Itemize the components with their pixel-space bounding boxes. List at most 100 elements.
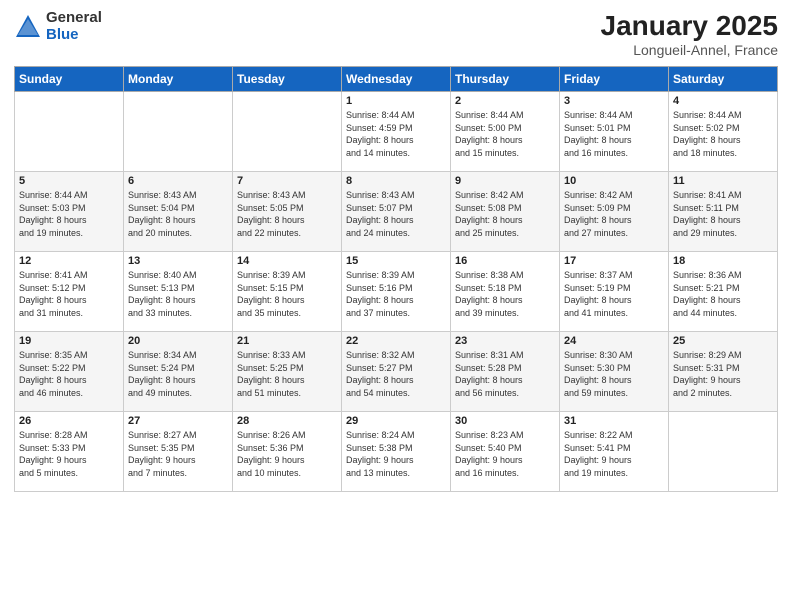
logo-blue: Blue bbox=[46, 27, 102, 44]
cell-w3-d4: 23 Sunrise: 8:31 AM Sunset: 5:28 PM Dayli… bbox=[451, 332, 560, 412]
week-row-3: 19 Sunrise: 8:35 AM Sunset: 5:22 PM Dayli… bbox=[15, 332, 778, 412]
logo: General Blue bbox=[14, 10, 102, 43]
cell-w0-d5: 3Sunrise: 8:44 AM Sunset: 5:01 PM Daylig… bbox=[560, 92, 669, 172]
cell-w2-d3: 15Sunrise: 8:39 AM Sunset: 5:16 PM Dayli… bbox=[342, 252, 451, 332]
day-info-6: Sunrise: 8:43 AM Sunset: 5:04 PM Dayligh… bbox=[128, 189, 228, 239]
cell-w0-d1 bbox=[124, 92, 233, 172]
day-number-20: 20 bbox=[128, 335, 228, 347]
cell-w4-d1: 27 Sunrise: 8:27 AM Sunset: 5:35 PM Dayli… bbox=[124, 412, 233, 492]
week-row-2: 12Sunrise: 8:41 AM Sunset: 5:12 PM Dayli… bbox=[15, 252, 778, 332]
title-block: January 2025 Longueil-Annel, France bbox=[601, 10, 778, 58]
cell-w3-d2: 21 Sunrise: 8:33 AM Sunset: 5:25 PM Dayli… bbox=[233, 332, 342, 412]
day-number-9: 9 bbox=[455, 175, 555, 187]
day-info-1: Sunrise: 8:44 AM Sunset: 4:59 PM Dayligh… bbox=[346, 109, 446, 159]
day-number-16: 16 bbox=[455, 255, 555, 267]
day-info-8: Sunrise: 8:43 AM Sunset: 5:07 PM Dayligh… bbox=[346, 189, 446, 239]
cell-w3-d6: 25 Sunrise: 8:29 AM Sunset: 5:31 PM Dayli… bbox=[669, 332, 778, 412]
day-number-25: 25 bbox=[673, 335, 773, 347]
day-number-19: 19 bbox=[19, 335, 119, 347]
day-info-13: Sunrise: 8:40 AM Sunset: 5:13 PM Dayligh… bbox=[128, 269, 228, 319]
day-info-14: Sunrise: 8:39 AM Sunset: 5:15 PM Dayligh… bbox=[237, 269, 337, 319]
cell-w2-d0: 12Sunrise: 8:41 AM Sunset: 5:12 PM Dayli… bbox=[15, 252, 124, 332]
day-info-18: Sunrise: 8:36 AM Sunset: 5:21 PM Dayligh… bbox=[673, 269, 773, 319]
header-thursday: Thursday bbox=[451, 67, 560, 92]
header-wednesday: Wednesday bbox=[342, 67, 451, 92]
day-number-23: 23 bbox=[455, 335, 555, 347]
cell-w0-d3: 1 Sunrise: 8:44 AM Sunset: 4:59 PM Daylig… bbox=[342, 92, 451, 172]
day-number-7: 7 bbox=[237, 175, 337, 187]
logo-general: General bbox=[46, 10, 102, 27]
header-monday: Monday bbox=[124, 67, 233, 92]
header-friday: Friday bbox=[560, 67, 669, 92]
day-info-11: Sunrise: 8:41 AM Sunset: 5:11 PM Dayligh… bbox=[673, 189, 773, 239]
day-number-30: 30 bbox=[455, 415, 555, 427]
cell-w4-d4: 30Sunrise: 8:23 AM Sunset: 5:40 PM Dayli… bbox=[451, 412, 560, 492]
header-sunday: Sunday bbox=[15, 67, 124, 92]
calendar-subtitle: Longueil-Annel, France bbox=[601, 42, 778, 58]
day-info-27: Sunrise: 8:27 AM Sunset: 5:35 PM Dayligh… bbox=[128, 429, 228, 479]
day-number-6: 6 bbox=[128, 175, 228, 187]
cell-w1-d5: 10 Sunrise: 8:42 AM Sunset: 5:09 PM Dayli… bbox=[560, 172, 669, 252]
day-info-21: Sunrise: 8:33 AM Sunset: 5:25 PM Dayligh… bbox=[237, 349, 337, 399]
logo-text: General Blue bbox=[46, 10, 102, 43]
cell-w3-d1: 20 Sunrise: 8:34 AM Sunset: 5:24 PM Dayli… bbox=[124, 332, 233, 412]
day-number-24: 24 bbox=[564, 335, 664, 347]
cell-w1-d4: 9 Sunrise: 8:42 AM Sunset: 5:08 PM Daylig… bbox=[451, 172, 560, 252]
day-info-22: Sunrise: 8:32 AM Sunset: 5:27 PM Dayligh… bbox=[346, 349, 446, 399]
header-tuesday: Tuesday bbox=[233, 67, 342, 92]
day-info-20: Sunrise: 8:34 AM Sunset: 5:24 PM Dayligh… bbox=[128, 349, 228, 399]
day-info-3: Sunrise: 8:44 AM Sunset: 5:01 PM Dayligh… bbox=[564, 109, 664, 159]
cell-w4-d5: 31 Sunrise: 8:22 AM Sunset: 5:41 PM Dayli… bbox=[560, 412, 669, 492]
day-info-9: Sunrise: 8:42 AM Sunset: 5:08 PM Dayligh… bbox=[455, 189, 555, 239]
day-info-31: Sunrise: 8:22 AM Sunset: 5:41 PM Dayligh… bbox=[564, 429, 664, 479]
day-info-26: Sunrise: 8:28 AM Sunset: 5:33 PM Dayligh… bbox=[19, 429, 119, 479]
cell-w4-d2: 28 Sunrise: 8:26 AM Sunset: 5:36 PM Dayli… bbox=[233, 412, 342, 492]
day-info-24: Sunrise: 8:30 AM Sunset: 5:30 PM Dayligh… bbox=[564, 349, 664, 399]
day-info-19: Sunrise: 8:35 AM Sunset: 5:22 PM Dayligh… bbox=[19, 349, 119, 399]
day-info-17: Sunrise: 8:37 AM Sunset: 5:19 PM Dayligh… bbox=[564, 269, 664, 319]
day-number-26: 26 bbox=[19, 415, 119, 427]
day-number-10: 10 bbox=[564, 175, 664, 187]
cell-w2-d2: 14Sunrise: 8:39 AM Sunset: 5:15 PM Dayli… bbox=[233, 252, 342, 332]
header-row: Sunday Monday Tuesday Wednesday Thursday… bbox=[15, 67, 778, 92]
cell-w1-d1: 6 Sunrise: 8:43 AM Sunset: 5:04 PM Daylig… bbox=[124, 172, 233, 252]
cell-w2-d1: 13Sunrise: 8:40 AM Sunset: 5:13 PM Dayli… bbox=[124, 252, 233, 332]
calendar-page: General Blue January 2025 Longueil-Annel… bbox=[0, 0, 792, 612]
day-number-15: 15 bbox=[346, 255, 446, 267]
cell-w2-d5: 17Sunrise: 8:37 AM Sunset: 5:19 PM Dayli… bbox=[560, 252, 669, 332]
day-info-4: Sunrise: 8:44 AM Sunset: 5:02 PM Dayligh… bbox=[673, 109, 773, 159]
calendar-body: 1 Sunrise: 8:44 AM Sunset: 4:59 PM Daylig… bbox=[15, 92, 778, 492]
day-info-23: Sunrise: 8:31 AM Sunset: 5:28 PM Dayligh… bbox=[455, 349, 555, 399]
cell-w0-d0 bbox=[15, 92, 124, 172]
day-number-28: 28 bbox=[237, 415, 337, 427]
day-number-29: 29 bbox=[346, 415, 446, 427]
day-number-1: 1 bbox=[346, 95, 446, 107]
cell-w2-d4: 16 Sunrise: 8:38 AM Sunset: 5:18 PM Dayli… bbox=[451, 252, 560, 332]
cell-w0-d4: 2Sunrise: 8:44 AM Sunset: 5:00 PM Daylig… bbox=[451, 92, 560, 172]
day-info-28: Sunrise: 8:26 AM Sunset: 5:36 PM Dayligh… bbox=[237, 429, 337, 479]
day-info-29: Sunrise: 8:24 AM Sunset: 5:38 PM Dayligh… bbox=[346, 429, 446, 479]
day-info-12: Sunrise: 8:41 AM Sunset: 5:12 PM Dayligh… bbox=[19, 269, 119, 319]
day-number-22: 22 bbox=[346, 335, 446, 347]
day-number-18: 18 bbox=[673, 255, 773, 267]
day-info-10: Sunrise: 8:42 AM Sunset: 5:09 PM Dayligh… bbox=[564, 189, 664, 239]
day-number-31: 31 bbox=[564, 415, 664, 427]
cell-w1-d6: 11 Sunrise: 8:41 AM Sunset: 5:11 PM Dayli… bbox=[669, 172, 778, 252]
logo-icon bbox=[14, 13, 42, 41]
day-info-16: Sunrise: 8:38 AM Sunset: 5:18 PM Dayligh… bbox=[455, 269, 555, 319]
day-number-21: 21 bbox=[237, 335, 337, 347]
week-row-1: 5Sunrise: 8:44 AM Sunset: 5:03 PM Daylig… bbox=[15, 172, 778, 252]
calendar-table: Sunday Monday Tuesday Wednesday Thursday… bbox=[14, 66, 778, 492]
cell-w0-d6: 4Sunrise: 8:44 AM Sunset: 5:02 PM Daylig… bbox=[669, 92, 778, 172]
cell-w1-d2: 7 Sunrise: 8:43 AM Sunset: 5:05 PM Daylig… bbox=[233, 172, 342, 252]
cell-w4-d6 bbox=[669, 412, 778, 492]
cell-w4-d0: 26 Sunrise: 8:28 AM Sunset: 5:33 PM Dayli… bbox=[15, 412, 124, 492]
day-number-2: 2 bbox=[455, 95, 555, 107]
cell-w1-d3: 8Sunrise: 8:43 AM Sunset: 5:07 PM Daylig… bbox=[342, 172, 451, 252]
day-number-27: 27 bbox=[128, 415, 228, 427]
day-number-11: 11 bbox=[673, 175, 773, 187]
cell-w1-d0: 5Sunrise: 8:44 AM Sunset: 5:03 PM Daylig… bbox=[15, 172, 124, 252]
day-info-7: Sunrise: 8:43 AM Sunset: 5:05 PM Dayligh… bbox=[237, 189, 337, 239]
day-info-25: Sunrise: 8:29 AM Sunset: 5:31 PM Dayligh… bbox=[673, 349, 773, 399]
week-row-4: 26 Sunrise: 8:28 AM Sunset: 5:33 PM Dayli… bbox=[15, 412, 778, 492]
